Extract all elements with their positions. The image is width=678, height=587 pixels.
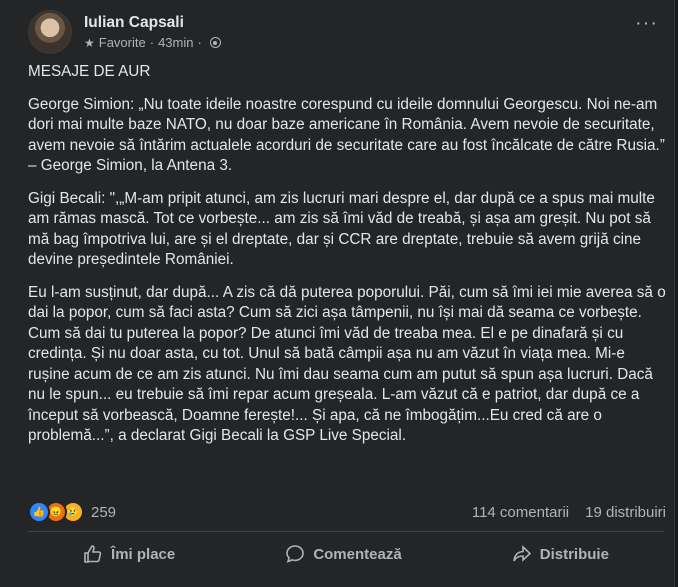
- share-label: Distribuie: [539, 545, 609, 563]
- comment-label: Comentează: [313, 545, 402, 563]
- like-icon: [84, 545, 102, 563]
- separator-dot-2: ·: [197, 34, 202, 50]
- post-title: MESAJE DE AUR: [28, 63, 151, 80]
- more-options-icon[interactable]: ···: [635, 13, 658, 33]
- action-bar: Îmi place Comentează Distribuie: [28, 536, 664, 572]
- favorite-label: Favorite: [98, 34, 146, 50]
- post-paragraph-1: George Simion: „Nu toate ideile noastre …: [28, 95, 665, 175]
- post-body: MESAJE DE AUR George Simion: „Nu toate i…: [28, 62, 668, 459]
- author-name[interactable]: Iulian Capsali: [84, 13, 221, 33]
- globe-icon: [209, 37, 221, 48]
- post-paragraph-3: Eu l-am susținut, dar după... A zis că d…: [28, 283, 666, 445]
- post-card: Iulian Capsali ★ Favorite · 43min · ··· …: [0, 0, 675, 587]
- post-stats: 👍 😠 😢 259 114 comentarii 19 distribuiri: [28, 500, 666, 524]
- share-icon: [512, 545, 531, 562]
- post-subline: ★ Favorite · 43min ·: [84, 34, 221, 52]
- shares-count[interactable]: 19 distribuiri: [585, 504, 666, 521]
- post-meta: Iulian Capsali ★ Favorite · 43min ·: [84, 13, 221, 52]
- comment-button[interactable]: Comentează: [285, 544, 402, 564]
- like-reaction-icon: 👍: [28, 501, 50, 523]
- separator-dot: ·: [149, 34, 155, 50]
- share-button[interactable]: Distribuie: [512, 544, 609, 564]
- reactions-summary[interactable]: 👍 😠 😢 259: [28, 501, 116, 523]
- comment-icon: [286, 545, 305, 563]
- star-icon: ★: [84, 35, 95, 50]
- author-avatar[interactable]: [28, 10, 72, 54]
- reactions-count[interactable]: 259: [91, 504, 116, 521]
- stats-right: 114 comentarii 19 distribuiri: [472, 504, 666, 521]
- comments-count[interactable]: 114 comentarii: [472, 504, 569, 521]
- like-label: Îmi place: [111, 545, 176, 563]
- post-time[interactable]: 43min: [158, 34, 193, 52]
- post-paragraph-2: Gigi Becali: ",„M-am pripit atunci, am z…: [28, 189, 655, 269]
- like-button[interactable]: Îmi place: [83, 544, 175, 564]
- post-header: Iulian Capsali ★ Favorite · 43min ·: [28, 6, 221, 58]
- actions-divider: [28, 531, 664, 532]
